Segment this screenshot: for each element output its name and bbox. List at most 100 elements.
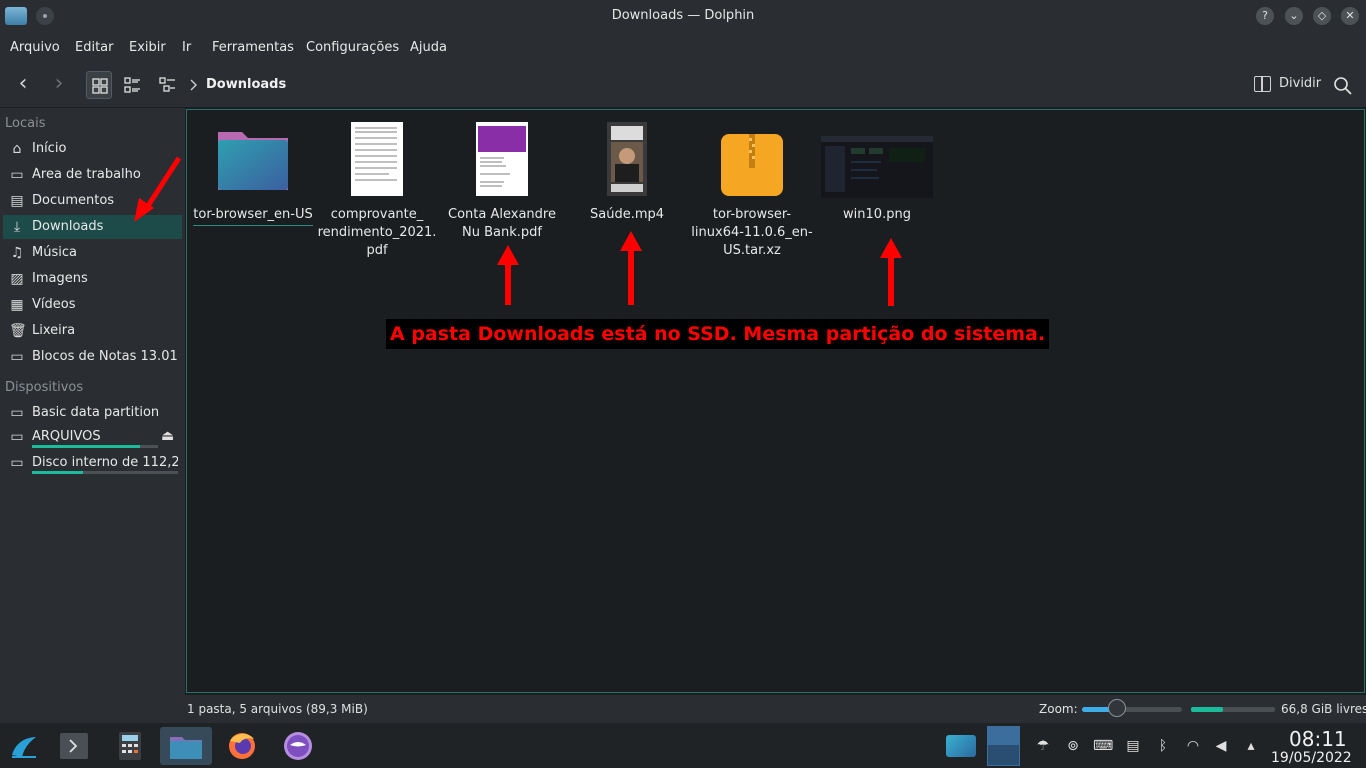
device-usage-bar bbox=[32, 471, 178, 474]
sidebar-item-videos[interactable]: ▦ Vídeos bbox=[3, 293, 182, 317]
pdf-document-icon bbox=[464, 122, 540, 198]
volume-icon[interactable]: ◀ bbox=[1211, 736, 1231, 756]
console-tray-icon[interactable]: ⌨ bbox=[1093, 736, 1113, 756]
sidebar-item-label: Lixeira bbox=[32, 323, 76, 338]
sidebar-item-label: Disco interno de 112,2 ... bbox=[32, 455, 178, 470]
sidebar-item-label: Música bbox=[32, 245, 77, 260]
menu-ajuda[interactable]: Ajuda bbox=[410, 40, 447, 55]
bluetooth-icon[interactable]: ᛒ bbox=[1153, 736, 1173, 756]
sidebar-item-label: Vídeos bbox=[32, 297, 76, 312]
forward-icon: › bbox=[54, 71, 64, 96]
menu-arquivo[interactable]: Arquivo bbox=[10, 40, 60, 55]
calculator-app-icon[interactable] bbox=[108, 727, 152, 765]
desktop-pager-1[interactable] bbox=[946, 735, 976, 757]
sidebar-item-label: Imagens bbox=[32, 271, 88, 286]
toolbar: ‹ › Downloads Dividir bbox=[0, 62, 1366, 108]
title-bar: Downloads — Dolphin ? ⌄ ◇ ✕ bbox=[0, 0, 1366, 32]
download-icon: ⤓ bbox=[13, 219, 21, 235]
file-item-image[interactable]: win10.png bbox=[813, 122, 941, 224]
maximize-button[interactable]: ◇ bbox=[1313, 7, 1331, 25]
wifi-icon[interactable]: ◠ bbox=[1183, 736, 1203, 756]
annotation-arrow-image bbox=[880, 238, 902, 306]
file-name: Saúde.mp4 bbox=[589, 207, 665, 222]
annotation-arrow-nubank bbox=[497, 245, 519, 305]
search-icon[interactable] bbox=[1333, 76, 1353, 96]
clipboard-tray-icon[interactable]: ▤ bbox=[1123, 736, 1143, 756]
pictures-icon: ▨ bbox=[10, 271, 24, 287]
ssd-icon: ▭ bbox=[10, 455, 24, 471]
menu-ferramentas[interactable]: Ferramentas bbox=[212, 40, 294, 55]
details-view-icon bbox=[159, 77, 175, 92]
forward-button[interactable]: › bbox=[46, 72, 72, 98]
back-button[interactable]: ‹ bbox=[10, 72, 36, 98]
icons-view-icon bbox=[92, 78, 108, 94]
desktop-pager-2[interactable] bbox=[987, 726, 1020, 766]
display-tray-icon[interactable]: ☂ bbox=[1033, 736, 1053, 756]
sidebar-item-notes-folder[interactable]: ▭ Blocos de Notas 13.01.... bbox=[3, 345, 182, 369]
dolphin-taskbar-icon[interactable] bbox=[160, 727, 212, 765]
menu-configuracoes[interactable]: Configurações bbox=[306, 40, 399, 55]
music-icon: ♫ bbox=[10, 245, 24, 261]
device-usage-bar bbox=[32, 445, 158, 448]
icons-view-button[interactable] bbox=[86, 71, 112, 99]
compact-view-button[interactable] bbox=[119, 71, 145, 99]
details-view-button[interactable] bbox=[154, 71, 180, 99]
zoom-slider-handle[interactable] bbox=[1108, 699, 1126, 717]
file-item-pdf[interactable]: comprovante_ rendimento_2021. pdf bbox=[313, 122, 441, 260]
sidebar-item-music[interactable]: ♫ Música bbox=[3, 241, 182, 265]
home-icon: ⌂ bbox=[12, 141, 22, 157]
clock-date[interactable]: 19/05/2022 bbox=[1271, 750, 1352, 766]
tor-browser-app-icon[interactable] bbox=[276, 727, 320, 765]
image-icon bbox=[821, 122, 933, 198]
eject-icon[interactable]: ⏏ bbox=[161, 428, 174, 444]
sidebar-item-label: Blocos de Notas 13.01.... bbox=[32, 349, 178, 364]
free-space-bar[interactable] bbox=[1191, 707, 1275, 712]
close-button[interactable]: ✕ bbox=[1341, 7, 1359, 25]
annotation-arrow-video bbox=[620, 231, 642, 305]
places-panel: Locais ⌂ Início ▭ Área de trabalho ▤ Doc… bbox=[0, 108, 185, 695]
sidebar-device-basic-data[interactable]: ▭ Basic data partition bbox=[3, 401, 182, 425]
firefox-app-icon[interactable] bbox=[220, 727, 264, 765]
annotation-arrow-downloads bbox=[134, 156, 182, 222]
zoom-slider[interactable] bbox=[1082, 707, 1182, 712]
file-item-archive[interactable]: tor-browser- linux64-11.0.6_en- US.tar.x… bbox=[688, 122, 816, 260]
desktop-icon: ▭ bbox=[10, 167, 24, 183]
file-name: comprovante_ rendimento_2021. pdf bbox=[317, 207, 437, 258]
videos-icon: ▦ bbox=[10, 297, 24, 313]
split-view-label: Dividir bbox=[1279, 76, 1322, 91]
device-usage-fill bbox=[32, 471, 84, 474]
sidebar-device-internal-disk[interactable]: ▭ Disco interno de 112,2 ... bbox=[3, 451, 182, 477]
status-summary: 1 pasta, 5 arquivos (89,3 MiB) bbox=[187, 702, 368, 716]
application-launcher-icon[interactable] bbox=[2, 727, 46, 765]
minimize-button[interactable]: ⌄ bbox=[1285, 7, 1303, 25]
clock-time[interactable]: 08:11 bbox=[1289, 727, 1347, 751]
file-item-pdf-nubank[interactable]: Conta Alexandre Nu Bank.pdf bbox=[438, 122, 566, 242]
sidebar-item-pictures[interactable]: ▨ Imagens bbox=[3, 267, 182, 291]
video-icon bbox=[589, 122, 665, 198]
file-item-video[interactable]: Saúde.mp4 bbox=[563, 122, 691, 224]
menu-ir[interactable]: Ir bbox=[182, 40, 191, 55]
terminal-app-icon[interactable] bbox=[52, 727, 96, 765]
breadcrumb-downloads[interactable]: Downloads bbox=[206, 77, 286, 92]
devices-header: Dispositivos bbox=[5, 380, 84, 395]
breadcrumb-chevron-icon bbox=[190, 79, 197, 91]
file-name: Conta Alexandre Nu Bank.pdf bbox=[448, 207, 556, 240]
drive-icon: ▭ bbox=[10, 429, 24, 445]
file-name: win10.png bbox=[843, 207, 911, 222]
menu-exibir[interactable]: Exibir bbox=[129, 40, 166, 55]
file-view[interactable]: tor-browser_en-US comprovante_ rendiment… bbox=[186, 109, 1365, 693]
updates-tray-icon[interactable]: ⊚ bbox=[1063, 736, 1083, 756]
device-usage-fill bbox=[32, 445, 141, 448]
free-space-label: 66,8 GiB livres bbox=[1281, 702, 1366, 716]
documents-icon: ▤ bbox=[10, 193, 24, 209]
file-item-folder[interactable]: tor-browser_en-US bbox=[189, 122, 317, 226]
sidebar-device-arquivos[interactable]: ▭ ARQUIVOS ⏏ bbox=[3, 425, 182, 451]
pdf-document-icon bbox=[339, 122, 415, 198]
help-button[interactable]: ? bbox=[1256, 7, 1274, 25]
tray-expand-icon[interactable]: ▴ bbox=[1241, 736, 1261, 756]
sidebar-item-label: ARQUIVOS bbox=[32, 429, 101, 444]
menu-editar[interactable]: Editar bbox=[75, 40, 114, 55]
sidebar-item-trash[interactable]: 🗑 Lixeira bbox=[3, 319, 182, 343]
menu-bar: Arquivo Editar Exibir Ir Ferramentas Con… bbox=[0, 32, 1366, 62]
drive-icon: ▭ bbox=[10, 405, 24, 421]
